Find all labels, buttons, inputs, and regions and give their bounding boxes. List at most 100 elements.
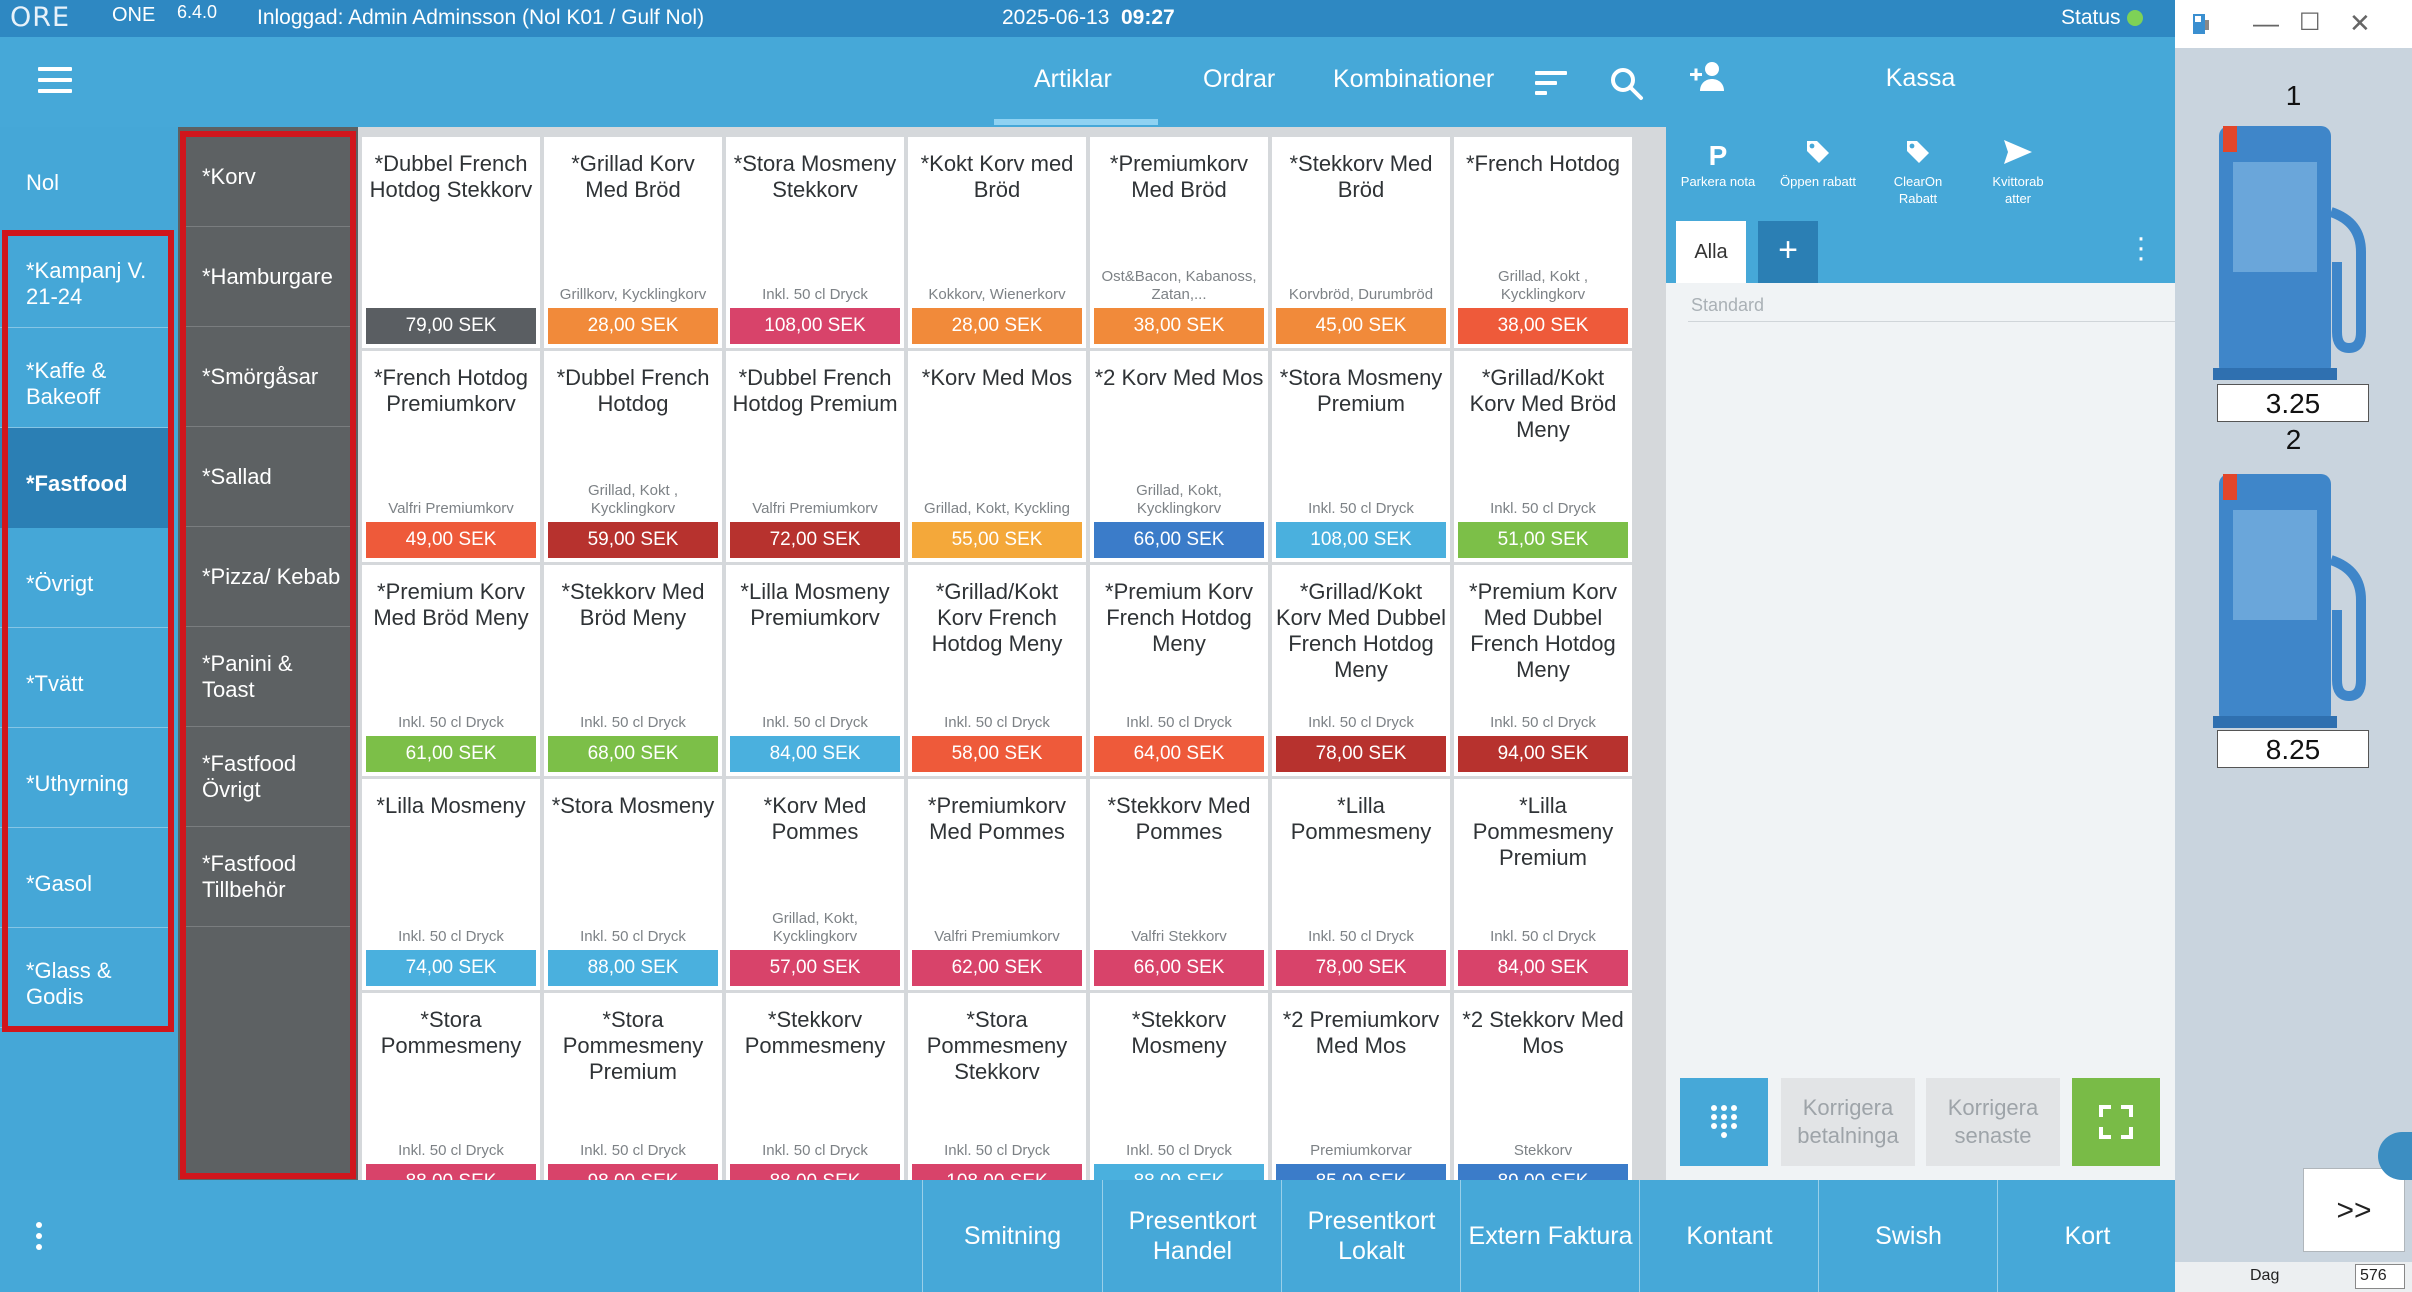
product-name: *Stekkorv Med Bröd Meny xyxy=(561,579,705,630)
receipt-discount-button[interactable]: Kvittorab atter xyxy=(1978,139,2058,207)
sidebar-item-gasol[interactable]: *Gasol xyxy=(0,828,172,928)
product-tile[interactable]: *Korv Med Pommes Grillad, Kokt, Kycklingk… xyxy=(726,779,904,990)
subcategory-pizza[interactable]: *Pizza/ Kebab xyxy=(184,527,352,627)
product-tile[interactable]: *Lilla Pommesmeny Premium Inkl. 50 cl Dry… xyxy=(1454,779,1632,990)
maximize-icon[interactable]: ☐ xyxy=(2299,8,2321,37)
fuel-pump-icon[interactable] xyxy=(2213,470,2373,732)
product-tile[interactable]: *Stora Pommesmeny Stekkorv Inkl. 50 cl Dr… xyxy=(908,993,1086,1180)
product-tile[interactable]: *Premium Korv French Hotdog Meny Inkl. 50… xyxy=(1090,565,1268,776)
presentkort-lokalt-button[interactable]: Presentkort Lokalt xyxy=(1281,1180,1461,1292)
subcategory-fastfood-ovrigt[interactable]: *Fastfood Övrigt xyxy=(184,727,352,827)
product-tile[interactable]: *Lilla Mosmeny Inkl. 50 cl Dryck 74,00 SEK xyxy=(362,779,540,990)
product-tile[interactable]: *Premium Korv Med Dubbel French Hotdog M… xyxy=(1454,565,1632,776)
park-receipt-button[interactable]: P Parkera nota xyxy=(1678,139,1758,190)
correct-latest-button[interactable]: Korrigera senaste xyxy=(1926,1078,2060,1166)
product-tile[interactable]: *Stora Pommesmeny Inkl. 50 cl Dryck 88,00 … xyxy=(362,993,540,1180)
logged-in-user: Inloggad: Admin Adminsson (Nol K01 / Gul… xyxy=(257,6,705,29)
parking-icon: P xyxy=(1708,140,1728,171)
sidebar-item-ovrigt[interactable]: *Övrigt xyxy=(0,528,172,628)
subcategory-korv[interactable]: *Korv xyxy=(184,127,352,227)
product-description: Inkl. 50 cl Dryck xyxy=(944,1142,1050,1159)
product-description: Valfri Stekkorv xyxy=(1131,928,1227,945)
smitning-button[interactable]: Smitning xyxy=(922,1180,1102,1292)
product-tile[interactable]: *Stora Mosmeny Inkl. 50 cl Dryck 88,00 SEK xyxy=(544,779,722,990)
forward-button[interactable]: >> xyxy=(2303,1168,2405,1252)
product-tile[interactable]: *Stekkorv Med Bröd Korvbröd, Durumbröd 45,… xyxy=(1272,137,1450,348)
product-tile[interactable]: *French Hotdog Grillad, Kokt , Kycklingko… xyxy=(1454,137,1632,348)
sidebar-item-glass[interactable]: *Glass & Godis xyxy=(0,928,172,1028)
more-vertical-icon[interactable] xyxy=(36,1222,42,1255)
product-tile[interactable]: *Stora Mosmeny Stekkorv Inkl. 50 cl Dryck… xyxy=(726,137,904,348)
subcategory-panini[interactable]: *Panini & Toast xyxy=(184,627,352,727)
add-tab-button[interactable]: + xyxy=(1758,221,1818,283)
product-tile[interactable]: *Grillad/Kokt Korv Med Bröd Meny Inkl. 50… xyxy=(1454,351,1632,562)
hamburger-icon[interactable] xyxy=(38,67,72,93)
sidebar-item-tvatt[interactable]: *Tvätt xyxy=(0,628,172,728)
search-icon[interactable] xyxy=(1610,67,1644,101)
product-tile[interactable]: *Stekkorv Mosmeny Inkl. 50 cl Dryck 88,00 … xyxy=(1090,993,1268,1180)
sort-icon[interactable] xyxy=(1535,71,1567,95)
product-name: *Stekkorv Med Pommes xyxy=(1107,793,1251,844)
product-name: *Lilla Mosmeny Premiumkorv xyxy=(740,579,890,630)
swish-button[interactable]: Swish xyxy=(1818,1180,1998,1292)
presentkort-handel-button[interactable]: Presentkort Handel xyxy=(1102,1180,1282,1292)
keypad-button[interactable] xyxy=(1680,1078,1768,1166)
minimize-icon[interactable]: — xyxy=(2253,8,2279,39)
kontant-button[interactable]: Kontant xyxy=(1639,1180,1819,1292)
subcategory-fastfood-tillbehor[interactable]: *Fastfood Tillbehör xyxy=(184,827,352,927)
sidebar-item-fastfood[interactable]: *Fastfood xyxy=(0,428,172,528)
product-tile[interactable]: *Lilla Mosmeny Premiumkorv Inkl. 50 cl Dr… xyxy=(726,565,904,776)
product-name: *Stekkorv Pommesmeny xyxy=(744,1007,886,1058)
product-tile[interactable]: *2 Premiumkorv Med Mos Premiumkorvar 85,00… xyxy=(1272,993,1450,1180)
product-name: *Premium Korv French Hotdog Meny xyxy=(1105,579,1253,656)
product-tile[interactable]: *Lilla Pommesmeny Inkl. 50 cl Dryck 78,00 … xyxy=(1272,779,1450,990)
product-tile[interactable]: *Premium Korv Med Bröd Meny Inkl. 50 cl D… xyxy=(362,565,540,776)
product-tile[interactable]: *Stekkorv Pommesmeny Inkl. 50 cl Dryck 88,… xyxy=(726,993,904,1180)
subcategory-smorgasar[interactable]: *Smörgåsar xyxy=(184,327,352,427)
sidebar-item-kaffe[interactable]: *Kaffe & Bakeoff xyxy=(0,328,172,428)
subcategory-hamburgare[interactable]: *Hamburgare xyxy=(184,227,352,327)
product-tile[interactable]: *2 Korv Med Mos Grillad, Kokt, Kycklingko… xyxy=(1090,351,1268,562)
product-tile[interactable]: *Stora Mosmeny Premium Inkl. 50 cl Dryck 1… xyxy=(1272,351,1450,562)
sidebar-item-nol[interactable]: Nol xyxy=(0,127,172,227)
product-name: *Grillad/Kokt Korv Med Bröd Meny xyxy=(1469,365,1617,442)
subcategory-sallad[interactable]: *Sallad xyxy=(184,427,352,527)
product-tile[interactable]: *Stekkorv Med Pommes Valfri Stekkorv 66,00… xyxy=(1090,779,1268,990)
product-tile[interactable]: *Stekkorv Med Bröd Meny Inkl. 50 cl Dryck… xyxy=(544,565,722,776)
product-description: Inkl. 50 cl Dryck xyxy=(398,714,504,731)
product-tile[interactable]: *Dubbel French Hotdog Grillad, Kokt , Kyc… xyxy=(544,351,722,562)
open-discount-button[interactable]: Öppen rabatt xyxy=(1778,139,1858,190)
sidebar-item-uthyrning[interactable]: *Uthyrning xyxy=(0,728,172,828)
product-tile[interactable]: *French Hotdog Premiumkorv Valfri Premium… xyxy=(362,351,540,562)
product-tile[interactable]: *Kokt Korv med Bröd Kokkorv, Wienerkorv 28… xyxy=(908,137,1086,348)
product-tile[interactable]: *Grillad/Kokt Korv French Hotdog Meny Ink… xyxy=(908,565,1086,776)
fullscreen-button[interactable] xyxy=(2072,1078,2160,1166)
tab-kombinationer[interactable]: Kombinationer xyxy=(1333,65,1494,94)
product-tile[interactable]: *Grillad/Kokt Korv Med Dubbel French Hot… xyxy=(1272,565,1450,776)
fuel-pump-icon[interactable] xyxy=(2213,122,2373,384)
product-description: Grillad, Kokt , Kycklingkorv xyxy=(587,482,679,517)
product-name: *Premiumkorv Med Pommes xyxy=(927,793,1067,844)
status-label[interactable]: Status xyxy=(2061,6,2121,30)
product-price: 61,00 SEK xyxy=(366,736,536,772)
product-tile[interactable]: *Premiumkorv Med Pommes Valfri Premiumkor… xyxy=(908,779,1086,990)
product-tile[interactable]: *Dubbel French Hotdog Stekkorv 79,00 SEK xyxy=(362,137,540,348)
correct-payment-button[interactable]: Korrigera betalninga xyxy=(1781,1078,1915,1166)
tab-ordrar[interactable]: Ordrar xyxy=(1203,65,1275,94)
close-icon[interactable]: ✕ xyxy=(2349,8,2371,39)
product-tile[interactable]: *Korv Med Mos Grillad, Kokt, Kyckling 55,0… xyxy=(908,351,1086,562)
sidebar-item-kampanj[interactable]: *Kampanj V. 21-24 xyxy=(0,228,172,328)
product-tile[interactable]: *Grillad Korv Med Bröd Grillkorv, Kycklin… xyxy=(544,137,722,348)
product-tile[interactable]: *Premiumkorv Med Bröd Ost&Bacon, Kabanoss… xyxy=(1090,137,1268,348)
tab-artiklar[interactable]: Artiklar xyxy=(1034,65,1112,94)
product-tile[interactable]: *Stora Pommesmeny Premium Inkl. 50 cl Dry… xyxy=(544,993,722,1180)
product-tile[interactable]: *2 Stekkorv Med Mos Stekkorv 89,00 SEK xyxy=(1454,993,1632,1180)
kort-button[interactable]: Kort xyxy=(1997,1180,2177,1292)
more-vertical-icon[interactable]: · · · xyxy=(2136,223,2146,273)
product-tile[interactable]: *Dubbel French Hotdog Premium Valfri Prem… xyxy=(726,351,904,562)
extern-faktura-button[interactable]: Extern Faktura xyxy=(1460,1180,1640,1292)
top-status-bar: ORE ONE 6.4.0 Inloggad: Admin Adminsson … xyxy=(0,0,2175,37)
tab-alla[interactable]: Alla xyxy=(1676,221,1746,283)
clearon-discount-button[interactable]: ClearOn Rabatt xyxy=(1878,139,1958,207)
product-price: 84,00 SEK xyxy=(730,736,900,772)
